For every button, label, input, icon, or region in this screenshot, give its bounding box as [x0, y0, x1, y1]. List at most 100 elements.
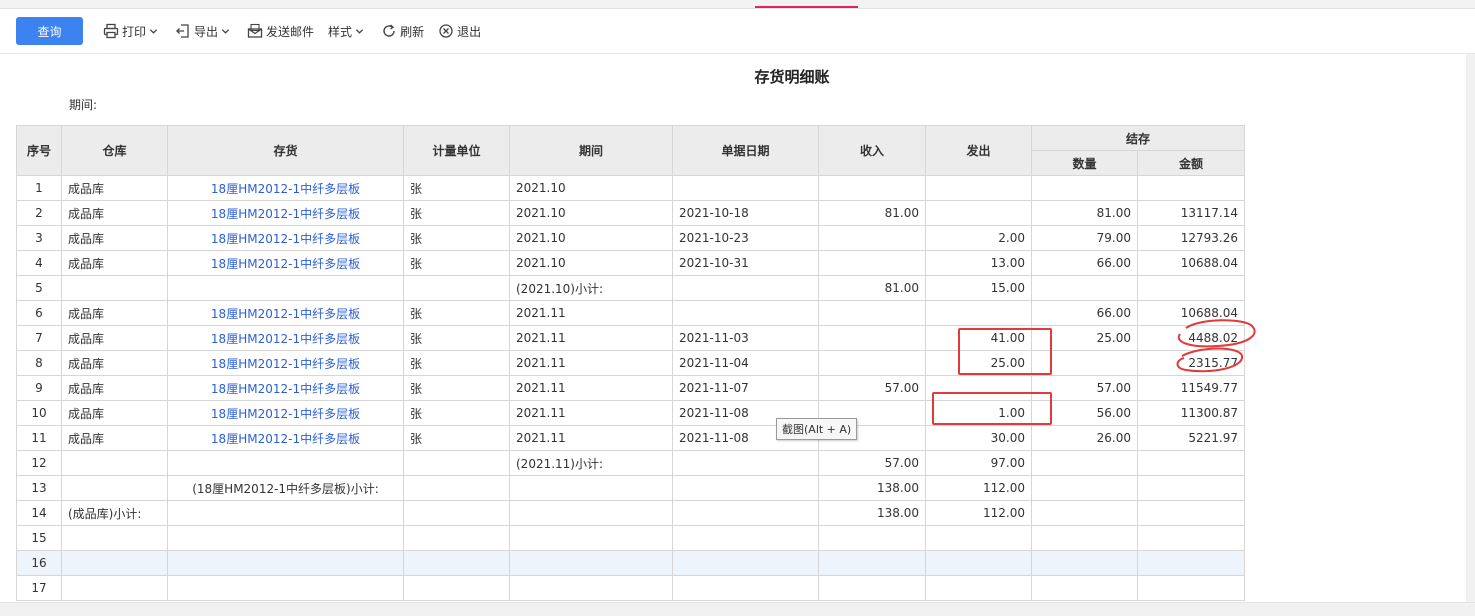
cell-seq: 10	[16, 400, 62, 426]
send-email-button[interactable]: 发送邮件	[247, 17, 314, 45]
cell-warehouse	[61, 550, 168, 576]
cell-issue: 13.00	[925, 250, 1032, 276]
cell-inventory[interactable]	[167, 275, 404, 301]
cell-amount	[1137, 275, 1245, 301]
cell-period	[509, 500, 673, 526]
chevron-down-icon	[149, 28, 158, 34]
table-row[interactable]: 3 成品库 18厘HM2012-1中纤多层板张 2021.10 2021-10-23 2.…	[16, 225, 1245, 251]
table-row[interactable]: 15	[16, 525, 1245, 551]
cell-inventory[interactable]	[167, 550, 404, 576]
style-label: 样式	[328, 24, 353, 39]
mail-icon	[247, 23, 263, 38]
table-row[interactable]: 10 成品库 18厘HM2012-1中纤多层板张 2021.11 2021-11-08 1…	[16, 400, 1245, 426]
table-row[interactable]: 6 成品库 18厘HM2012-1中纤多层板张 2021.11 66.00 10688.0…	[16, 300, 1245, 326]
header-amount[interactable]: 金额	[1137, 150, 1245, 176]
cell-qty	[1031, 450, 1138, 476]
query-button[interactable]: 查询	[16, 17, 83, 45]
cell-inventory[interactable]: 18厘HM2012-1中纤多层板	[167, 400, 404, 426]
cell-amount	[1137, 550, 1245, 576]
cell-inventory[interactable]: 18厘HM2012-1中纤多层板	[167, 250, 404, 276]
cell-inventory[interactable]: 18厘HM2012-1中纤多层板	[167, 200, 404, 226]
table-row[interactable]: 4 成品库 18厘HM2012-1中纤多层板张 2021.10 2021-10-31 13…	[16, 250, 1245, 276]
cell-period: (2021.11)小计:	[509, 450, 673, 476]
header-warehouse[interactable]: 仓库	[61, 125, 168, 176]
table-row[interactable]: 5 (2021.10)小计: 81.00 15.00	[16, 275, 1245, 301]
table-row[interactable]: 9 成品库 18厘HM2012-1中纤多层板张 2021.11 2021-11-07 57…	[16, 375, 1245, 401]
table-row[interactable]: 16	[16, 550, 1245, 576]
exit-button[interactable]: 退出	[438, 17, 481, 45]
cell-inventory[interactable]: 18厘HM2012-1中纤多层板	[167, 325, 404, 351]
cell-qty: 79.00	[1031, 225, 1138, 251]
header-unit[interactable]: 计量单位	[403, 125, 510, 176]
horizontal-scrollbar[interactable]	[0, 602, 1475, 616]
printer-icon	[103, 23, 119, 39]
period-label: 期间:	[69, 98, 98, 112]
style-button[interactable]: 样式	[328, 17, 367, 45]
cell-unit: 张	[403, 350, 510, 376]
cell-doc-date	[672, 575, 819, 601]
header-issue[interactable]: 发出	[925, 125, 1032, 176]
table-row[interactable]: 11 成品库 18厘HM2012-1中纤多层板张 2021.11 2021-11-08 3…	[16, 425, 1245, 451]
header-qty[interactable]: 数量	[1031, 150, 1138, 176]
report-title: 存货明细账	[754, 68, 830, 86]
header-income[interactable]: 收入	[818, 125, 926, 176]
cell-inventory[interactable]: 18厘HM2012-1中纤多层板	[167, 225, 404, 251]
cell-warehouse: 成品库	[61, 175, 168, 201]
cell-period	[509, 575, 673, 601]
cell-qty	[1031, 575, 1138, 601]
cell-amount	[1137, 475, 1245, 501]
cell-income	[818, 350, 926, 376]
table-row[interactable]: 2 成品库 18厘HM2012-1中纤多层板张 2021.10 2021-10-18 81…	[16, 200, 1245, 226]
cell-inventory[interactable]: 18厘HM2012-1中纤多层板	[167, 375, 404, 401]
vertical-scrollbar[interactable]	[1466, 54, 1475, 602]
cell-period: (2021.10)小计:	[509, 275, 673, 301]
cell-amount	[1137, 450, 1245, 476]
header-doc-date[interactable]: 单据日期	[672, 125, 819, 176]
cell-period	[509, 550, 673, 576]
cell-warehouse: 成品库	[61, 225, 168, 251]
cell-inventory[interactable]	[167, 525, 404, 551]
export-button[interactable]: 导出	[175, 17, 233, 45]
cell-inventory[interactable]: 18厘HM2012-1中纤多层板	[167, 425, 404, 451]
header-period[interactable]: 期间	[509, 125, 673, 176]
cell-inventory[interactable]: 18厘HM2012-1中纤多层板	[167, 175, 404, 201]
cell-warehouse	[61, 450, 168, 476]
cell-inventory[interactable]: 18厘HM2012-1中纤多层板	[167, 350, 404, 376]
cell-warehouse: 成品库	[61, 350, 168, 376]
cell-doc-date: 2021-10-31	[672, 250, 819, 276]
cell-amount: 13117.14	[1137, 200, 1245, 226]
cell-qty: 81.00	[1031, 200, 1138, 226]
print-button[interactable]: 打印	[103, 17, 161, 45]
header-inventory[interactable]: 存货	[167, 125, 404, 176]
cell-inventory[interactable]	[167, 500, 404, 526]
cell-period: 2021.11	[509, 400, 673, 426]
cell-qty	[1031, 525, 1138, 551]
cell-period: 2021.10	[509, 250, 673, 276]
table-row[interactable]: 8 成品库 18厘HM2012-1中纤多层板张 2021.11 2021-11-04 25…	[16, 350, 1245, 376]
cell-issue	[925, 200, 1032, 226]
cell-warehouse: 成品库	[61, 425, 168, 451]
cell-inventory[interactable]	[167, 575, 404, 601]
table-row[interactable]: 13 (18厘HM2012-1中纤多层板)小计: 138.00 112.00	[16, 475, 1245, 501]
table-row[interactable]: 17	[16, 575, 1245, 601]
cell-period: 2021.10	[509, 200, 673, 226]
cell-warehouse	[61, 525, 168, 551]
cell-unit: 张	[403, 300, 510, 326]
cell-income	[818, 550, 926, 576]
cell-qty	[1031, 550, 1138, 576]
cell-income	[818, 225, 926, 251]
cell-inventory[interactable]: 18厘HM2012-1中纤多层板	[167, 300, 404, 326]
tab-active[interactable]	[755, 0, 858, 8]
tab-stub[interactable]	[0, 0, 28, 5]
table-row[interactable]: 12 (2021.11)小计: 57.00 97.00	[16, 450, 1245, 476]
table-row[interactable]: 14 (成品库)小计: 138.00 112.00	[16, 500, 1245, 526]
table-row[interactable]: 1 成品库 18厘HM2012-1中纤多层板张 2021.10	[16, 175, 1245, 201]
header-balance[interactable]: 结存	[1031, 125, 1245, 151]
cell-warehouse	[61, 575, 168, 601]
table-row[interactable]: 7 成品库 18厘HM2012-1中纤多层板张 2021.11 2021-11-03 41…	[16, 325, 1245, 351]
refresh-button[interactable]: 刷新	[381, 17, 424, 45]
header-seq[interactable]: 序号	[16, 125, 62, 176]
cell-inventory[interactable]	[167, 450, 404, 476]
cell-period: 2021.11	[509, 350, 673, 376]
cell-amount	[1137, 500, 1245, 526]
